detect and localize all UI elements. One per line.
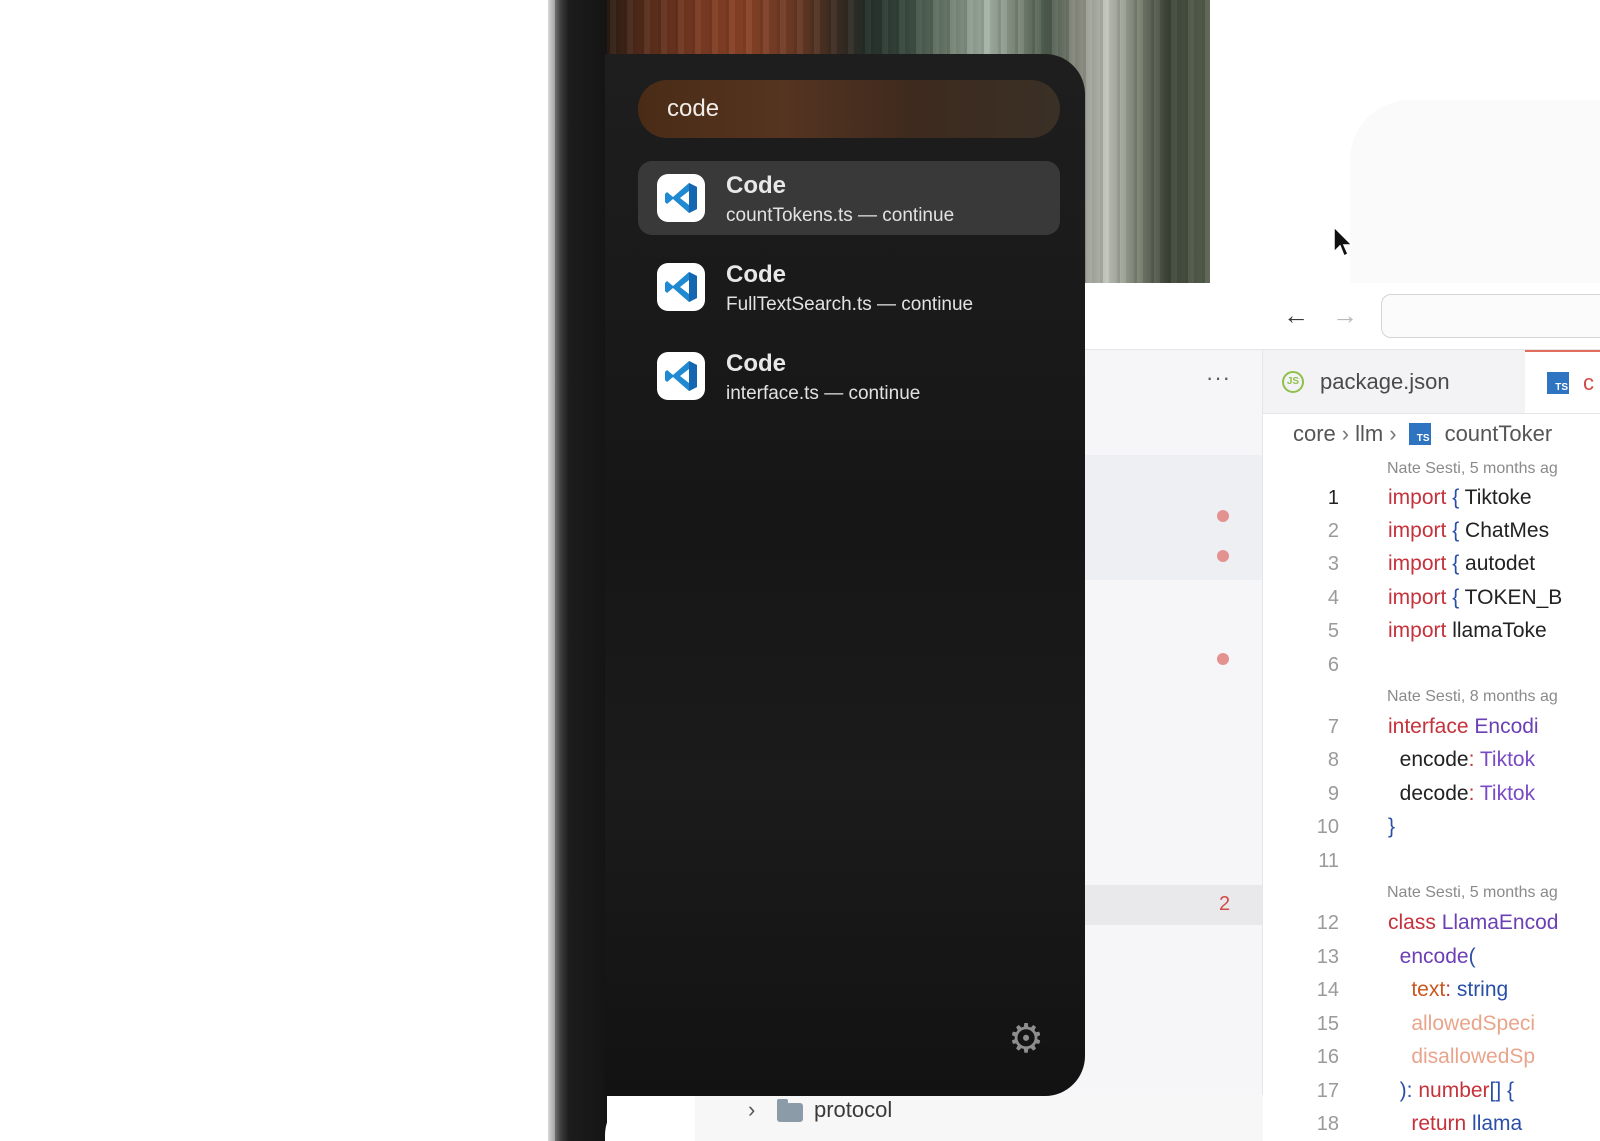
- address-bar[interactable]: [1381, 294, 1600, 338]
- result-subtitle: FullTextSearch.ts — continue: [726, 294, 974, 315]
- search-input[interactable]: code: [667, 95, 719, 123]
- tab-label: package.json: [1320, 368, 1450, 394]
- vscode-icon: [657, 352, 705, 400]
- line-number: 17: [1316, 1080, 1339, 1102]
- line-number: 16: [1316, 1046, 1339, 1068]
- code-line: }: [1388, 815, 1396, 838]
- line-number: 11: [1318, 850, 1339, 872]
- blame-annotation: Nate Sesti, 8 months ag: [1387, 688, 1558, 705]
- explorer-section: [1060, 455, 1262, 580]
- problems-badge: 2: [1219, 893, 1231, 915]
- tab-count-tokens[interactable]: TS c: [1525, 350, 1600, 413]
- line-number: 18: [1316, 1113, 1339, 1135]
- line-number: 4: [1327, 587, 1339, 609]
- line-number: 3: [1327, 553, 1339, 575]
- line-number: 15: [1316, 1013, 1339, 1035]
- line-number: 9: [1327, 783, 1339, 805]
- breadcrumb-item[interactable]: core: [1293, 421, 1336, 447]
- line-number: 10: [1316, 816, 1339, 838]
- code-line: allowedSpeci: [1388, 1012, 1536, 1035]
- modified-dot: [1217, 550, 1229, 562]
- line-number: 14: [1316, 979, 1339, 1001]
- code-line: encode(: [1388, 945, 1476, 968]
- ts-file-icon: TS: [1547, 371, 1569, 394]
- line-number: 2: [1327, 520, 1339, 542]
- tree-item-label[interactable]: protocol: [814, 1097, 892, 1123]
- back-button[interactable]: ←: [1283, 300, 1309, 331]
- code-line: text: string: [1388, 978, 1509, 1001]
- line-number: 5: [1327, 620, 1339, 642]
- line-number: 7: [1327, 716, 1339, 738]
- line-number: 13: [1316, 946, 1339, 968]
- window-corner: [605, 1095, 695, 1141]
- mouse-cursor-icon: [1333, 226, 1354, 258]
- desktop-window-shadow: [1350, 100, 1600, 290]
- chevron-right-icon: ›: [1341, 421, 1350, 446]
- js-file-icon: JS: [1282, 370, 1304, 393]
- chevron-right-icon[interactable]: ›: [748, 1097, 755, 1123]
- line-number: 6: [1327, 654, 1339, 676]
- explorer-row-highlight[interactable]: [1060, 885, 1262, 925]
- tab-package-json[interactable]: JS package.json: [1282, 350, 1450, 413]
- code-line: decode: Tiktok: [1388, 782, 1536, 805]
- code-line: class LlamaEncod: [1388, 911, 1559, 934]
- line-number: 1: [1327, 487, 1339, 509]
- breadcrumb-item[interactable]: llm: [1355, 421, 1383, 447]
- vscode-icon: [657, 174, 705, 222]
- result-title: Code: [726, 172, 786, 199]
- blame-annotation: Nate Sesti, 5 months ag: [1387, 884, 1558, 901]
- code-line: import { autodet: [1388, 552, 1536, 575]
- code-line: return llama: [1388, 1112, 1523, 1135]
- line-number: 8: [1327, 749, 1339, 771]
- result-subtitle: countTokens.ts — continue: [726, 205, 955, 226]
- breadcrumb: core › llm › TS countToker: [1263, 414, 1600, 454]
- result-title: Code: [726, 350, 786, 377]
- line-number: 12: [1316, 912, 1339, 934]
- code-line: import llamaToke: [1388, 619, 1547, 642]
- vscode-icon: [657, 263, 705, 311]
- result-subtitle: interface.ts — continue: [726, 383, 921, 404]
- tab-label: c: [1583, 369, 1594, 395]
- code-line: encode: Tiktok: [1388, 748, 1536, 771]
- more-actions-button[interactable]: ···: [1206, 365, 1231, 391]
- code-line: disallowedSp: [1388, 1045, 1536, 1068]
- modified-dot: [1217, 653, 1229, 665]
- chevron-right-icon: ›: [1389, 421, 1397, 446]
- code-line: import { ChatMes: [1388, 519, 1550, 542]
- code-line: import { TOKEN_B: [1388, 586, 1563, 609]
- code-line: interface Encodi: [1388, 715, 1539, 738]
- code-line: import { Tiktoke: [1388, 486, 1532, 509]
- device-bezel: [555, 0, 607, 1141]
- result-title: Code: [726, 261, 786, 288]
- blame-annotation: Nate Sesti, 5 months ag: [1387, 460, 1558, 477]
- breadcrumb-item[interactable]: countToker: [1445, 421, 1553, 447]
- folder-icon: [777, 1099, 803, 1122]
- gear-icon[interactable]: ⚙: [1006, 1019, 1046, 1059]
- modified-dot: [1217, 510, 1229, 522]
- forward-button[interactable]: →: [1332, 300, 1358, 331]
- ts-file-icon: TS: [1408, 423, 1431, 445]
- code-line: ): number[] {: [1388, 1079, 1515, 1102]
